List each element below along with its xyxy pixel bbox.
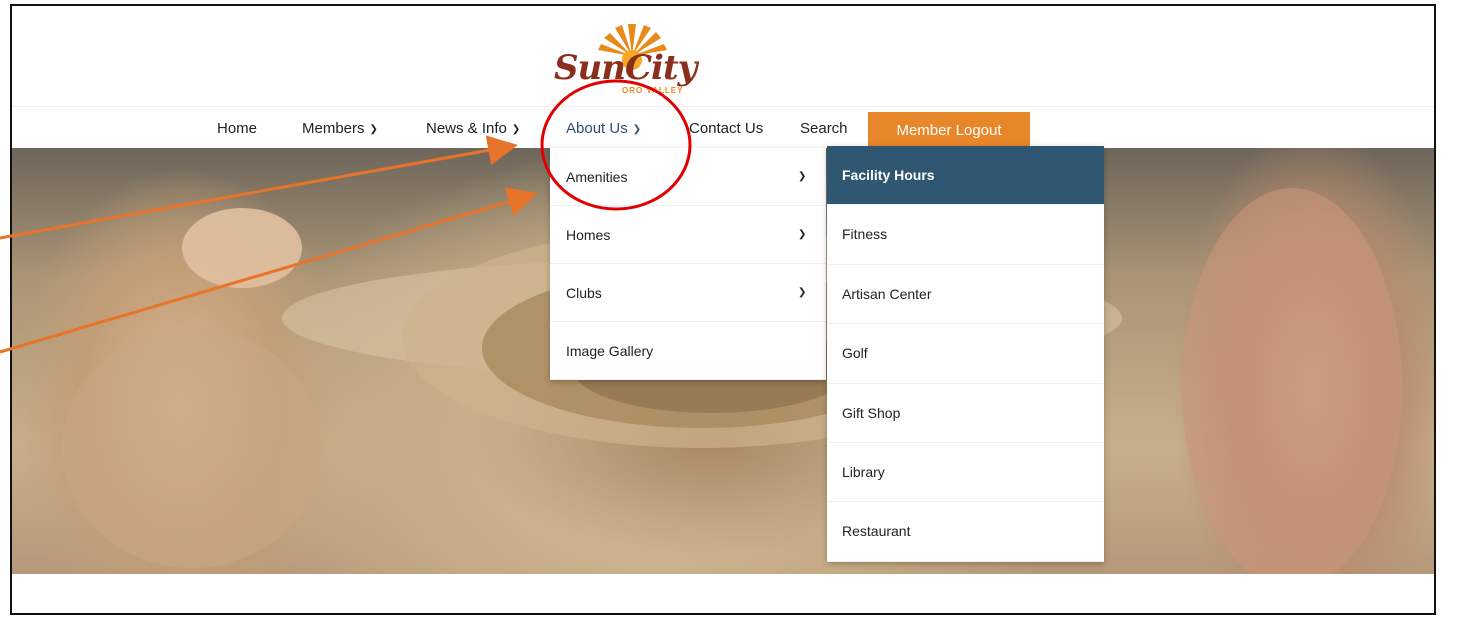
chevron-down-icon: ❯ bbox=[632, 124, 642, 135]
dropdown-item-label: Clubs bbox=[566, 285, 602, 301]
nav-news-info[interactable]: News & Info ❯ bbox=[426, 120, 520, 137]
nav-home[interactable]: Home bbox=[217, 120, 257, 137]
main-nav: Home Members ❯ News & Info ❯ About Us ❯ Con… bbox=[12, 112, 1434, 148]
dropdown-item-homes[interactable]: Homes ❯ bbox=[550, 206, 826, 264]
nav-home-label: Home bbox=[217, 120, 258, 137]
nav-about-us[interactable]: About Us ❯ bbox=[566, 120, 641, 137]
chevron-down-icon: ❯ bbox=[798, 287, 807, 298]
submenu-item-facility-hours[interactable]: Facility Hours bbox=[827, 146, 1104, 206]
submenu-item-gift-shop[interactable]: Gift Shop bbox=[827, 384, 1104, 443]
suncity-logo[interactable]: SunCity ORO VALLEY bbox=[540, 14, 715, 102]
submenu-item-library[interactable]: Library bbox=[827, 443, 1104, 503]
nav-contact-us-label: Contact Us bbox=[689, 120, 764, 137]
dropdown-item-amenities[interactable]: Amenities ❯ bbox=[550, 148, 826, 206]
nav-search[interactable]: Search bbox=[800, 120, 848, 137]
nav-about-us-label: About Us bbox=[566, 120, 628, 137]
nav-members[interactable]: Members ❯ bbox=[302, 120, 378, 137]
chevron-down-icon: ❯ bbox=[798, 229, 807, 240]
logo-subtitle: ORO VALLEY bbox=[622, 86, 684, 95]
member-logout-button[interactable]: Member Logout bbox=[868, 112, 1030, 148]
about-us-dropdown: Amenities ❯ Homes ❯ Clubs ❯ Image Galler… bbox=[550, 148, 826, 380]
browser-frame: SunCity ORO VALLEY Home Members ❯ News & … bbox=[10, 4, 1436, 615]
nav-news-info-label: News & Info bbox=[426, 120, 507, 137]
submenu-item-golf[interactable]: Golf bbox=[827, 324, 1104, 384]
submenu-item-restaurant[interactable]: Restaurant bbox=[827, 502, 1104, 562]
nav-search-label: Search bbox=[800, 120, 848, 137]
chevron-down-icon: ❯ bbox=[798, 171, 807, 182]
logo-wordmark: SunCity bbox=[554, 48, 697, 88]
dropdown-item-label: Amenities bbox=[566, 169, 628, 185]
amenities-submenu: Facility Hours Fitness Artisan Center Go… bbox=[827, 146, 1104, 562]
submenu-item-artisan-center[interactable]: Artisan Center bbox=[827, 265, 1104, 325]
header-divider bbox=[12, 106, 1434, 107]
nav-contact-us[interactable]: Contact Us bbox=[689, 120, 763, 137]
dropdown-item-image-gallery[interactable]: Image Gallery bbox=[550, 322, 826, 380]
dropdown-item-clubs[interactable]: Clubs ❯ bbox=[550, 264, 826, 322]
nav-members-label: Members bbox=[302, 120, 365, 137]
chevron-down-icon: ❯ bbox=[511, 124, 521, 135]
dropdown-item-label: Homes bbox=[566, 227, 611, 243]
chevron-down-icon: ❯ bbox=[369, 124, 378, 135]
submenu-item-fitness[interactable]: Fitness bbox=[827, 205, 1104, 265]
dropdown-item-label: Image Gallery bbox=[566, 343, 654, 359]
